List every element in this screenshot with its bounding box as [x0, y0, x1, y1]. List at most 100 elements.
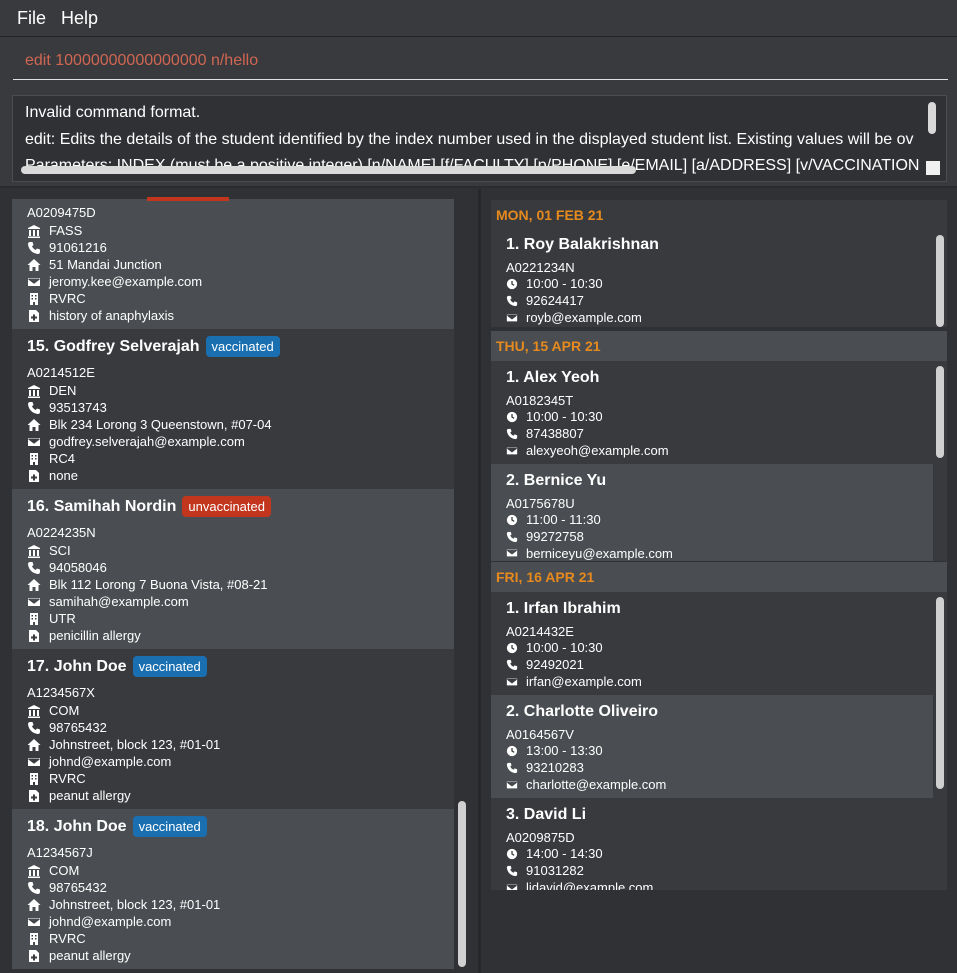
vaccination-badge: unvaccinated	[182, 496, 271, 517]
card-header: 15. Godfrey Selverajah vaccinated	[27, 336, 280, 357]
result-display[interactable]: Invalid command format. edit: Edits the …	[12, 95, 947, 182]
student-card[interactable]: A0209475D FASS 91061216 51 Mandai Juncti…	[12, 197, 454, 329]
result-horizontal-scrollbar[interactable]	[21, 166, 636, 174]
clock-icon	[506, 278, 518, 290]
time-field: 13:00 - 13:30	[506, 743, 603, 758]
phone-field: 91031282	[506, 863, 584, 878]
student-id: A0175678U	[506, 496, 575, 511]
email-field: irfan@example.com	[506, 674, 642, 689]
home-icon	[27, 898, 41, 912]
appointment-card[interactable]: 1. Irfan Ibrahim A0214432E 10:00 - 10:30…	[491, 592, 933, 695]
faculty-field: FASS	[27, 223, 82, 238]
appointment-scrollbar[interactable]	[936, 597, 944, 789]
result-display-pane: Invalid command format. edit: Edits the …	[0, 87, 957, 188]
appointment-scrollbar[interactable]	[936, 366, 944, 458]
scroll-corner	[926, 161, 940, 175]
mail-icon	[27, 435, 41, 449]
date-header: MON, 01 FEB 21	[491, 200, 947, 230]
phone-icon	[27, 561, 41, 575]
student-id: A0209875D	[506, 830, 575, 845]
command-box	[0, 37, 957, 87]
command-input[interactable]	[13, 43, 948, 80]
clock-icon	[506, 514, 518, 526]
result-line-1: Invalid command format.	[25, 104, 201, 121]
home-icon	[27, 578, 41, 592]
phone-field: 99272758	[506, 529, 584, 544]
mail-icon	[506, 676, 518, 688]
time-field: 10:00 - 10:30	[506, 409, 603, 424]
phone-icon	[27, 721, 41, 735]
medical-file-icon	[27, 469, 41, 483]
student-name: 15. Godfrey Selverajah	[27, 337, 200, 355]
mail-icon	[27, 755, 41, 769]
mail-icon	[506, 547, 518, 559]
email-field: berniceyu@example.com	[506, 546, 673, 560]
faculty-field: SCI	[27, 543, 71, 558]
student-card[interactable]: 15. Godfrey Selverajah vaccinated A02145…	[12, 329, 454, 489]
address-field: Johnstreet, block 123, #01-01	[27, 737, 220, 752]
phone-field: 93210283	[506, 760, 584, 775]
student-card[interactable]: 18. John Doe vaccinated A1234567J COM 98…	[12, 809, 454, 969]
menu-file[interactable]: File	[17, 8, 46, 29]
student-id: A0182345T	[506, 393, 574, 408]
clock-icon	[506, 411, 518, 423]
vaccination-badge: vaccinated	[132, 656, 207, 677]
medical-file-icon	[27, 789, 41, 803]
student-list-scrollbar[interactable]	[458, 801, 466, 967]
phone-field: 98765432	[27, 720, 107, 735]
student-id: A1234567X	[27, 685, 95, 700]
faculty-field: COM	[27, 863, 79, 878]
student-id: A0209475D	[27, 205, 96, 220]
home-icon	[27, 258, 41, 272]
phone-icon	[506, 295, 518, 307]
medical-field: peanut allergy	[27, 948, 131, 963]
appointment-card[interactable]: 2. Bernice Yu A0175678U 11:00 - 11:30 99…	[491, 464, 933, 561]
phone-icon	[27, 401, 41, 415]
student-card[interactable]: 17. John Doe vaccinated A1234567X COM 98…	[12, 649, 454, 809]
faculty-icon	[27, 384, 41, 398]
vaccination-badge: vaccinated	[132, 816, 207, 837]
appointment-card[interactable]: 1. Roy Balakrishnan A0221234N 10:00 - 10…	[491, 230, 933, 327]
card-header: 18. John Doe vaccinated	[27, 816, 207, 837]
appointment-card[interactable]: 3. David Li A0209875D 14:00 - 14:30 9103…	[491, 798, 933, 890]
student-card[interactable]: 16. Samihah Nordin unvaccinated A0224235…	[12, 489, 454, 649]
mail-icon	[506, 312, 518, 324]
phone-field: 93513743	[27, 400, 107, 415]
faculty-field: COM	[27, 703, 79, 718]
home-icon	[27, 738, 41, 752]
medical-file-icon	[27, 309, 41, 323]
mail-icon	[27, 275, 41, 289]
address-field: Blk 234 Lorong 3 Queenstown, #07-04	[27, 417, 272, 432]
residence-field: RVRC	[27, 291, 86, 306]
appointment-name: 1. Alex Yeoh	[506, 369, 600, 386]
faculty-icon	[27, 864, 41, 878]
date-header: FRI, 16 APR 21	[491, 562, 947, 592]
appointment-card[interactable]: 2. Charlotte Oliveiro A0164567V 13:00 - …	[491, 695, 933, 798]
building-icon	[27, 452, 41, 466]
address-field: 51 Mandai Junction	[27, 257, 162, 272]
medical-field: peanut allergy	[27, 788, 131, 803]
student-name: 16. Samihah Nordin	[27, 497, 177, 515]
student-id: A0221234N	[506, 260, 575, 275]
medical-field: history of anaphylaxis	[27, 308, 174, 323]
building-icon	[27, 612, 41, 626]
phone-icon	[506, 428, 518, 440]
email-field: royb@example.com	[506, 310, 642, 325]
email-field: alexyeoh@example.com	[506, 443, 669, 458]
menu-bar: File Help	[0, 0, 957, 37]
appointment-card[interactable]: 1. Alex Yeoh A0182345T 10:00 - 10:30 874…	[491, 361, 933, 464]
appointment-panel: MON, 01 FEB 21 1. Roy Balakrishnan A0221…	[481, 189, 957, 973]
menu-help[interactable]: Help	[61, 8, 98, 29]
appointment-name: 1. Irfan Ibrahim	[506, 600, 621, 617]
residence-field: RC4	[27, 451, 75, 466]
building-icon	[27, 292, 41, 306]
mail-icon	[506, 445, 518, 457]
building-icon	[27, 772, 41, 786]
result-vertical-scrollbar[interactable]	[928, 102, 936, 134]
appointment-scrollbar[interactable]	[936, 235, 944, 327]
faculty-icon	[27, 704, 41, 718]
faculty-icon	[27, 224, 41, 238]
phone-field: 91061216	[27, 240, 107, 255]
building-icon	[27, 932, 41, 946]
residence-field: RVRC	[27, 771, 86, 786]
